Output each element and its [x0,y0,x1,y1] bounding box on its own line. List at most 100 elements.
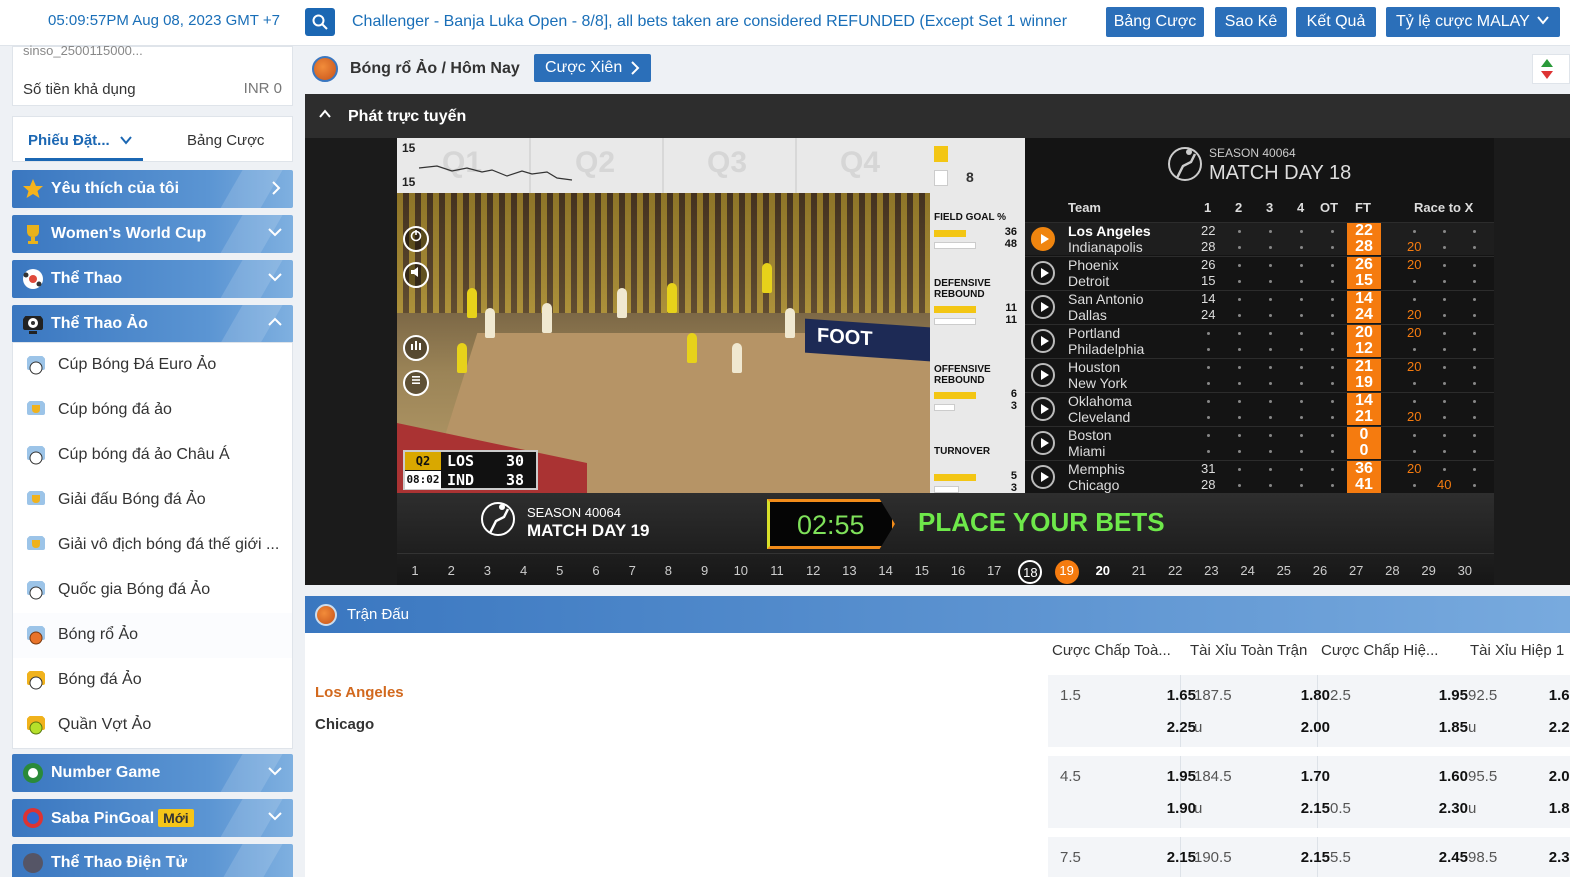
bet-list-button[interactable]: Bảng Cược [1106,7,1204,37]
odds-price[interactable]: 2.15 [1260,800,1330,817]
matchday-3[interactable]: 3 [475,560,499,584]
odds-price[interactable]: 2.15 [1126,849,1196,866]
matchday-17[interactable]: 17 [982,560,1006,584]
play-icon[interactable] [1031,431,1055,455]
live-stream-header[interactable]: Phát trực tuyến [305,94,1570,138]
search-button[interactable] [305,8,335,36]
odds-price[interactable]: 1.90 [1126,800,1196,817]
matchday-27[interactable]: 27 [1344,560,1368,584]
odds-price[interactable]: 2.00 [1538,768,1570,785]
odds-price[interactable]: 2.30 [1398,800,1468,817]
matchday-5[interactable]: 5 [548,560,572,584]
matchday-13[interactable]: 13 [837,560,861,584]
menu-button[interactable] [403,370,429,396]
odds-price[interactable]: 1.95 [1398,687,1468,704]
matchday-15[interactable]: 15 [910,560,934,584]
matchday-14[interactable]: 14 [874,560,898,584]
sidebar-section-virtual-sports[interactable]: Thể Thao Ảo [12,305,293,343]
odds-price[interactable]: 2.25 [1126,719,1196,736]
result-row[interactable]: Memphis Chicago 31 28 36 41 20 40 [1025,460,1494,493]
refresh-button[interactable] [403,226,429,252]
matchday-11[interactable]: 11 [765,560,789,584]
play-icon[interactable] [1031,397,1055,421]
parlay-button[interactable]: Cược Xiên [534,54,651,82]
result-row[interactable]: Oklahoma Cleveland 14 21 20 [1025,392,1494,425]
news-ticker[interactable]: Challenger - Banja Luka Open - 8/8], all… [352,13,1072,31]
matchday-8[interactable]: 8 [656,560,680,584]
matchday-2[interactable]: 2 [439,560,463,584]
tab-betslip[interactable]: Phiếu Đặt... [28,132,132,149]
result-row[interactable]: San Antonio Dallas 14 24 14 24 20 [1025,290,1494,323]
results-button[interactable]: Kết Quả [1296,7,1376,37]
sidebar-item-virtual-tennis[interactable]: Quần Vợt Ảo [13,703,292,748]
matchday-29[interactable]: 29 [1417,560,1441,584]
sidebar-section-esports[interactable]: Thể Thao Điện Tử [12,844,293,877]
sound-button[interactable] [403,262,429,288]
odds-type-select[interactable]: Tỷ lệ cược MALAY [1386,7,1560,37]
play-icon[interactable] [1031,227,1055,251]
sidebar-section-sports[interactable]: Thể Thao [12,260,293,298]
result-row[interactable]: Houston New York 21 19 20 [1025,358,1494,391]
odds-price[interactable]: 2.35 [1538,849,1570,866]
matchday-4[interactable]: 4 [512,560,536,584]
sidebar-item-virtual-soccer[interactable]: Bóng đá Ảo [13,658,292,703]
odds-price[interactable]: 2.15 [1260,849,1330,866]
result-row[interactable]: Portland Philadelphia 20 12 20 [1025,324,1494,357]
away-team[interactable]: Chicago [315,716,374,733]
odds-price[interactable]: 1.65 [1126,687,1196,704]
matchday-30[interactable]: 30 [1453,560,1477,584]
matchday-10[interactable]: 10 [729,560,753,584]
sidebar-item-virtual-world-cup[interactable]: Giải vô địch bóng đá thế giới ... [13,523,292,568]
sidebar-item-virtual-cup[interactable]: Cúp bóng đá ảo [13,388,292,433]
matchday-21[interactable]: 21 [1127,560,1151,584]
video-player[interactable]: 15 15 Q1 Q2 Q3 Q4 FOOT Q2 08:02 LOS 30 I… [397,138,930,493]
sidebar-section-womens-world-cup[interactable]: Women's World Cup [12,215,293,253]
odds-price[interactable]: 2.45 [1398,849,1468,866]
matchday-22[interactable]: 22 [1163,560,1187,584]
sidebar-section-saba-pingoal[interactable]: Saba PinGoal Mới [12,799,293,837]
sidebar-item-asia-virtual-cup[interactable]: Cúp bóng đá ảo Châu Á [13,433,292,478]
matchday-1[interactable]: 1 [403,560,427,584]
sidebar-item-virtual-nations[interactable]: Quốc gia Bóng đá Ảo [13,568,292,613]
matchday-23[interactable]: 23 [1199,560,1223,584]
matchday-28[interactable]: 28 [1380,560,1404,584]
matchday-7[interactable]: 7 [620,560,644,584]
matchday-16[interactable]: 16 [946,560,970,584]
play-icon[interactable] [1031,465,1055,489]
odds-price[interactable]: 1.80 [1260,687,1330,704]
matchday-9[interactable]: 9 [693,560,717,584]
statement-button[interactable]: Sao Kê [1215,7,1287,37]
odds-price[interactable]: 1.85 [1538,800,1570,817]
odds-price[interactable]: 2.00 [1260,719,1330,736]
sidebar-section-number-game[interactable]: Number Game [12,754,293,792]
result-row[interactable]: Phoenix Detroit 26 15 26 15 20 [1025,256,1494,289]
tab-bets[interactable]: Bảng Cược [187,132,264,149]
play-icon[interactable] [1031,295,1055,319]
sidebar-item-virtual-league[interactable]: Giải đấu Bóng đá Ảo [13,478,292,523]
play-icon[interactable] [1031,261,1055,285]
matchday-12[interactable]: 12 [801,560,825,584]
result-row[interactable]: Boston Miami 0 0 [1025,426,1494,459]
play-icon[interactable] [1031,363,1055,387]
odds-price[interactable]: 1.65 [1538,687,1570,704]
matchday-6[interactable]: 6 [584,560,608,584]
sidebar-item-euro-virtual-cup[interactable]: Cúp Bóng Đá Euro Ảo [13,343,292,388]
odds-sort-button[interactable] [1532,54,1570,84]
matchday-19[interactable]: 19 [1054,560,1079,584]
odds-price[interactable]: 1.60 [1398,768,1468,785]
matchday-26[interactable]: 26 [1308,560,1332,584]
result-row[interactable]: Los Angeles Indianapolis 22 28 22 28 20 [1025,222,1494,255]
odds-price[interactable]: 2.25 [1538,719,1570,736]
home-team[interactable]: Los Angeles [315,684,404,701]
matchday-20[interactable]: 20 [1091,560,1115,584]
odds-price[interactable]: 1.70 [1260,768,1330,785]
play-icon[interactable] [1031,329,1055,353]
stats-button[interactable] [403,335,429,361]
odds-price[interactable]: 1.85 [1398,719,1468,736]
matchday-25[interactable]: 25 [1272,560,1296,584]
sidebar-item-virtual-basketball[interactable]: Bóng rổ Ảo [13,613,292,658]
sidebar-section-favorites[interactable]: Yêu thích của tôi [12,170,293,208]
odds-price[interactable]: 1.95 [1126,768,1196,785]
matchday-24[interactable]: 24 [1236,560,1260,584]
matchday-18[interactable]: 18 [1018,560,1043,584]
